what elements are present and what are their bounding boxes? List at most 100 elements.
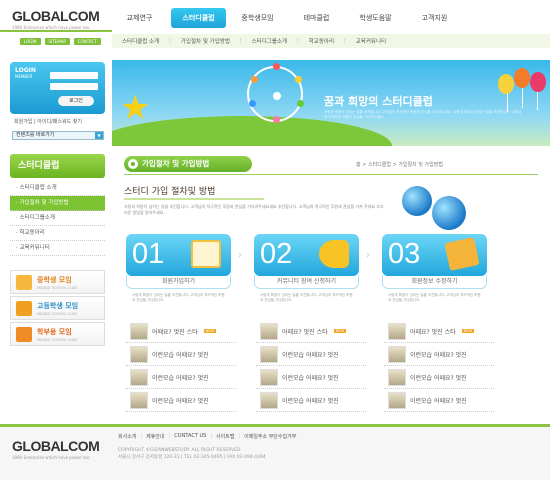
list-item[interactable]: 이런모습 어때요? 멋진 [384, 389, 494, 412]
sub-nav-item[interactable]: 스터디그룹소개 [252, 37, 287, 45]
step-label[interactable]: 회원가입하기 [126, 275, 231, 289]
sub-nav-item[interactable]: 스터디클럽 소개 [122, 37, 159, 45]
list-item[interactable]: 이런모습 어때요? 멋진 [256, 343, 366, 366]
step-card-1: 01 회원가입하기 사랑과 희망이 넘치는 일을 추진합니다. 고객님의 적극적… [126, 234, 231, 311]
login-id-input[interactable] [50, 72, 98, 79]
side-menu-item[interactable]: 학교동아리 [10, 226, 105, 241]
list-item-text: 이런모습 어때요? 멋진 [152, 397, 209, 405]
footer-link[interactable]: 사이트맵 [216, 433, 234, 440]
footer-logo-subtext: 1980 Enterprise which have power too [12, 455, 90, 460]
list-item-text: 이런모습 어때요? 멋진 [152, 374, 209, 382]
list-item[interactable]: 이런모습 어때요? 멋진 [256, 366, 366, 389]
list-item[interactable]: 이런모습 어때요? 멋진 [384, 343, 494, 366]
list-item[interactable]: 어때요? 멋진 스타 NEW [126, 320, 236, 343]
list-item-text: 이런모습 어때요? 멋진 [410, 351, 467, 359]
list-item[interactable]: 어때요? 멋진 스타 NEW [256, 320, 366, 343]
login-button[interactable]: 로그인 [58, 96, 94, 106]
step-label[interactable]: 회원정보 수정하기 [382, 275, 487, 289]
gondola-icon [297, 100, 304, 107]
util-contact-link[interactable]: CONTACT [73, 38, 101, 45]
book-icon [16, 327, 32, 342]
parent-club-banner[interactable]: 학부용 모임 MIDDLE SCHOOL CLUB [10, 322, 105, 346]
list-item[interactable]: 이런모습 어때요? 멋진 [126, 343, 236, 366]
sub-nav-item[interactable]: 교육커뮤니티 [356, 37, 386, 45]
content-shortcut-select[interactable]: 컨텐츠를 바로가기 ▼ [12, 131, 104, 140]
list-item-text: 이런모습 어때요? 멋진 [282, 397, 339, 405]
side-menu-item-active[interactable]: 가입절차 및 가입방법 [10, 196, 105, 211]
footer-logo: GLOBALCOM 1980 Enterprise which have pow… [12, 438, 100, 460]
step-number: 03 [388, 238, 421, 270]
list-item-text: 이런모습 어때요? 멋진 [282, 351, 339, 359]
side-menu-item[interactable]: 스터디그룹소개 [10, 211, 105, 226]
footer-link-divider: | [140, 433, 143, 439]
side-banner-subtitle: MIDDLE SCHOOL CLUB [37, 286, 77, 290]
middle-school-club-banner[interactable]: 중학생 모임 MIDDLE SCHOOL CLUB [10, 270, 105, 294]
bullet-icon [128, 159, 138, 169]
side-banner-title: 학부용 모임 [37, 328, 72, 336]
sub-nav-item[interactable]: 가입절차 및 가입방법 [181, 37, 230, 45]
header-divider [0, 30, 112, 32]
list-item-text: 이런모습 어때요? 멋진 [282, 374, 339, 382]
list-item-text: 어때요? 멋진 스타 [282, 328, 328, 336]
balloon-icon [514, 68, 530, 88]
copyright-text: COPYRIGHT ©GIZANWEBSTUDY. ALL RIGHT RESE… [118, 448, 241, 453]
new-badge: NEW [203, 329, 216, 333]
login-links[interactable]: 회원가입 | 아이디/패스워드 찾기 [14, 118, 82, 125]
sub-nav-divider: | [239, 38, 242, 44]
footer-link[interactable]: 회사소개 [118, 433, 136, 440]
balloon-string [522, 86, 523, 108]
footer-link[interactable]: 제휴안내 [146, 433, 164, 440]
gondola-icon [295, 76, 302, 83]
step-box: 03 [382, 234, 487, 276]
nav-item-3[interactable]: 중학생모임 [230, 8, 285, 28]
list-item-text: 이런모습 어때요? 멋진 [410, 397, 467, 405]
login-password-input[interactable] [50, 83, 98, 90]
gondola-icon [273, 63, 280, 70]
sub-nav: 스터디클럽 소개 | 가입절차 및 가입방법 | 스터디그룹소개 | 학교동아리 | 교… [112, 34, 550, 48]
thumbnail [260, 345, 278, 363]
ferris-wheel-icon [247, 63, 304, 123]
nav-item-study-club[interactable]: 스터디클럽 [171, 8, 226, 28]
nav-item-1[interactable]: 교제연구 [112, 8, 167, 28]
logo[interactable]: GLOBALCOM 1980 Enterprise which have pow… [12, 8, 100, 30]
nav-item-4[interactable]: 테마클럽 [289, 8, 344, 28]
chevron-down-icon[interactable]: ▼ [95, 132, 103, 139]
nav-item-5[interactable]: 학생도움말 [348, 8, 403, 28]
thumbnail [260, 322, 278, 340]
list-item[interactable]: 이런모습 어때요? 멋진 [126, 366, 236, 389]
util-login-link[interactable]: LOGIN [20, 38, 41, 45]
step-label[interactable]: 커뮤니티 참여 신청하기 [254, 275, 359, 289]
list-item[interactable]: 어때요? 멋진 스타 NEW [384, 320, 494, 343]
footer-copyright: COPYRIGHT ©GIZANWEBSTUDY. ALL RIGHT RESE… [118, 447, 266, 461]
chevron-right-icon: › [238, 250, 242, 261]
content-divider [124, 174, 538, 175]
sub-nav-divider: | [169, 38, 171, 44]
sub-nav-item[interactable]: 학교동아리 [309, 37, 334, 45]
footer-link[interactable]: CONTACT US [174, 433, 206, 440]
gondola-icon [249, 100, 256, 107]
side-menu-item[interactable]: 스터디클럽 소개 [10, 181, 105, 196]
page: GLOBALCOM 1980 Enterprise which have pow… [0, 0, 550, 480]
side-menu-item[interactable]: 교육커뮤니티 [10, 241, 105, 256]
high-school-club-banner[interactable]: 고등학생 모임 MIDDLE SCHOOL CLUB [10, 296, 105, 320]
step-number: 02 [260, 238, 293, 270]
footer-link[interactable]: 이메일주소 무단수집거부 [244, 433, 296, 440]
post-list-1: 어때요? 멋진 스타 NEW 이런모습 어때요? 멋진 이런모습 어때요? 멋진 … [126, 320, 236, 412]
list-item-text: 어때요? 멋진 스타 [410, 328, 456, 336]
thumbnail [388, 322, 406, 340]
side-banner-subtitle: MIDDLE SCHOOL CLUB [37, 338, 77, 342]
breadcrumb: 홈 > 스터디클럽 > 가입절차 및 가입방법 [356, 162, 443, 168]
list-item[interactable]: 이런모습 어때요? 멋진 [384, 366, 494, 389]
gondola-icon [273, 116, 280, 123]
thumbnail [260, 391, 278, 409]
list-item[interactable]: 이런모습 어때요? 멋진 [256, 389, 366, 412]
post-list-3: 어때요? 멋진 스타 NEW 이런모습 어때요? 멋진 이런모습 어때요? 멋진 … [384, 320, 494, 412]
new-badge: NEW [333, 329, 346, 333]
util-sitemap-link[interactable]: SITEMAP [44, 38, 70, 45]
nav-item-6[interactable]: 고객지원 [407, 8, 462, 28]
list-item-text: 이런모습 어때요? 멋진 [152, 351, 209, 359]
select-value: 컨텐츠를 바로가기 [16, 132, 55, 138]
footer-links: 회사소개 | 제휴안내 | CONTACT US | 사이트맵 | 이메일주소 무단수집… [118, 433, 296, 440]
banner-subtitle: 사랑과 희망이 넘치는 일을 추진합니다. 고객님의 적극적인 후원과 관심을 … [324, 110, 522, 119]
list-item[interactable]: 이런모습 어때요? 멋진 [126, 389, 236, 412]
